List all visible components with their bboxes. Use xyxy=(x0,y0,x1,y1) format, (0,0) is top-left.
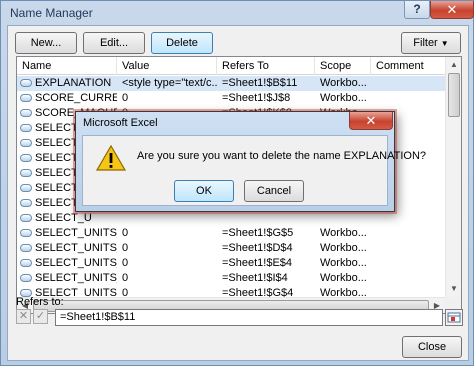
defined-name-icon xyxy=(20,244,32,252)
edit-button[interactable]: Edit... xyxy=(83,32,145,54)
defined-name-icon xyxy=(20,199,32,207)
list-header: Name Value Refers To Scope Comment xyxy=(17,57,445,75)
cell-scope: Workbo... xyxy=(320,242,367,254)
ok-button[interactable]: OK xyxy=(174,180,234,202)
cell-name: EXPLANATION xyxy=(35,77,112,89)
delete-button-label: Delete xyxy=(166,37,198,49)
cell-scope: Workbo... xyxy=(320,257,367,269)
collapse-dialog-button[interactable] xyxy=(445,309,463,326)
range-select-icon xyxy=(447,312,461,323)
edit-button-label: Edit... xyxy=(99,37,129,49)
table-row[interactable]: SELECT_UNITS_... 0 =Sheet1!$E$4 Workbo... xyxy=(17,256,445,271)
ok-button-label: OK xyxy=(196,185,212,197)
vertical-scrollbar[interactable]: ▲ ▼ xyxy=(445,57,461,297)
defined-name-icon xyxy=(20,94,32,102)
cell-refers-to: =Sheet1!$B$11 xyxy=(222,77,298,89)
delete-button[interactable]: Delete xyxy=(151,32,213,54)
defined-name-icon xyxy=(20,79,32,87)
cell-refers-to: =Sheet1!$E$4 xyxy=(222,257,293,269)
cell-scope: Workbo... xyxy=(320,272,367,284)
table-row[interactable]: SELECT_UNITS_... 0 =Sheet1!$G$5 Workbo... xyxy=(17,226,445,241)
cell-name: SCORE_CURRENT xyxy=(35,92,117,104)
defined-name-icon xyxy=(20,169,32,177)
dialog-message: Are you sure you want to delete the name… xyxy=(137,150,427,162)
table-row[interactable]: EXPLANATION <style type="text/c... =Sheet1… xyxy=(17,76,445,91)
defined-name-icon xyxy=(20,274,32,282)
cell-name: SELECT_UNITS_... xyxy=(35,272,117,284)
col-header-scope[interactable]: Scope xyxy=(315,57,371,75)
title-bar: Name Manager ? ✕ xyxy=(1,1,474,25)
refers-to-label: Refers to: xyxy=(16,296,64,308)
cell-name: SELECT_UNITS_... xyxy=(35,257,117,269)
cancel-button[interactable]: Cancel xyxy=(244,180,304,202)
defined-name-icon xyxy=(20,184,32,192)
window-close-button[interactable]: ✕ xyxy=(430,1,474,19)
dialog-title: Microsoft Excel xyxy=(83,117,158,129)
close-button-label: Close xyxy=(417,341,447,353)
defined-name-icon xyxy=(20,154,32,162)
col-header-value[interactable]: Value xyxy=(117,57,217,75)
defined-name-icon xyxy=(20,214,32,222)
cell-scope xyxy=(320,211,371,226)
confirm-edit-icon[interactable]: ✓ xyxy=(33,309,48,324)
defined-name-icon xyxy=(20,229,32,237)
help-button[interactable]: ? xyxy=(404,1,430,19)
cell-refers-to: =Sheet1!$J$8 xyxy=(222,92,291,104)
dropdown-arrow-icon: ▼ xyxy=(440,39,449,48)
window-title: Name Manager xyxy=(10,6,93,20)
cell-name: SELECT_UNITS_... xyxy=(35,227,117,239)
filter-button-label: Filter xyxy=(413,37,438,49)
dialog-close-button[interactable]: ✕ xyxy=(349,112,393,130)
close-button[interactable]: Close xyxy=(402,336,462,358)
table-row[interactable]: SELECT_UNITS_... 0 =Sheet1!$I$4 Workbo... xyxy=(17,271,445,286)
table-row[interactable]: SCORE_CURRENT 0 =Sheet1!$J$8 Workbo... xyxy=(17,91,445,106)
refers-to-input[interactable]: =Sheet1!$B$11 xyxy=(55,309,443,326)
col-header-name[interactable]: Name xyxy=(17,57,117,75)
cell-refers-to: =Sheet1!$D$4 xyxy=(222,242,293,254)
cell-refers-to xyxy=(222,211,315,226)
cell-value: 0 xyxy=(122,227,129,239)
cell-name: SELECT_UNITS_... xyxy=(35,242,117,254)
warning-icon xyxy=(96,144,126,171)
defined-name-icon xyxy=(20,259,32,267)
scroll-up-icon[interactable]: ▲ xyxy=(446,57,462,73)
col-header-refers-to[interactable]: Refers To xyxy=(217,57,315,75)
cell-refers-to: =Sheet1!$I$4 xyxy=(222,272,288,284)
table-row[interactable]: SELECT_U xyxy=(17,211,445,226)
filter-button[interactable]: Filter ▼ xyxy=(401,32,461,54)
cell-scope: Workbo... xyxy=(320,92,367,104)
cell-name: SELECT_U xyxy=(35,212,92,224)
new-button-label: New... xyxy=(30,37,62,49)
cancel-button-label: Cancel xyxy=(256,185,292,197)
cell-scope: Workbo... xyxy=(320,77,367,89)
cancel-edit-icon[interactable]: ✕ xyxy=(16,309,31,324)
cell-refers-to: =Sheet1!$G$5 xyxy=(222,227,294,239)
dialog-body: Are you sure you want to delete the name… xyxy=(82,135,426,206)
cell-value xyxy=(122,211,217,226)
cell-value: 0 xyxy=(122,92,129,104)
defined-name-icon xyxy=(20,109,32,117)
cell-value: 0 xyxy=(122,272,129,284)
cell-value: 0 xyxy=(122,257,129,269)
vertical-scroll-thumb[interactable] xyxy=(448,73,460,117)
col-header-comment[interactable]: Comment xyxy=(371,57,445,75)
cell-scope: Workbo... xyxy=(320,227,367,239)
defined-name-icon xyxy=(20,139,32,147)
cell-value: 0 xyxy=(122,242,129,254)
new-button[interactable]: New... xyxy=(15,32,77,54)
confirm-delete-dialog: Microsoft Excel ✕ Are you sure you want … xyxy=(75,111,426,212)
defined-name-icon xyxy=(20,124,32,132)
scroll-down-icon[interactable]: ▼ xyxy=(446,281,462,297)
cell-value: <style type="text/c... xyxy=(122,77,217,89)
table-row[interactable]: SELECT_UNITS_... 0 =Sheet1!$D$4 Workbo... xyxy=(17,241,445,256)
